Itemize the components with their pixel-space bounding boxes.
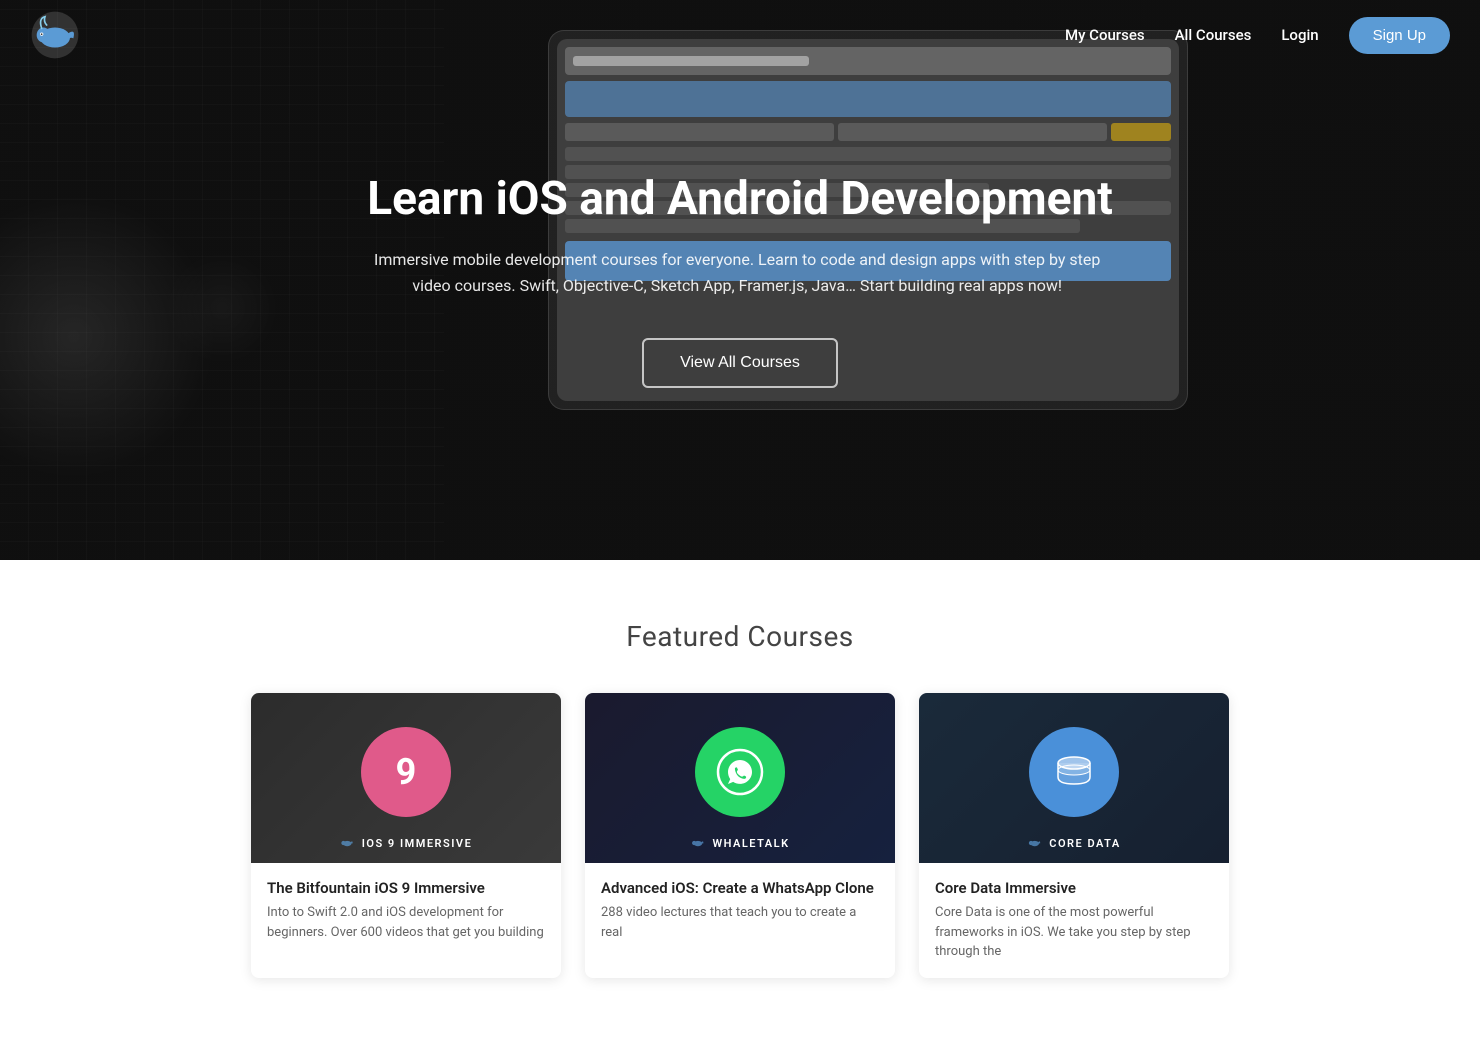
course-card-desc-ios9: Into to Swift 2.0 and iOS development fo… <box>267 903 545 942</box>
view-all-courses-button[interactable]: View All Courses <box>642 338 838 388</box>
whale-small-icon-3 <box>1027 835 1043 851</box>
course-icon-ios9: 9 <box>361 727 451 817</box>
logo-icon <box>30 10 80 60</box>
nav-my-courses[interactable]: My Courses <box>1065 26 1145 44</box>
nav-login[interactable]: Login <box>1281 26 1318 44</box>
course-card-coredata[interactable]: CORE DATA Core Data Immersive Core Data … <box>919 693 1229 978</box>
featured-section: Featured Courses 9 iOS 9 IMMERSIVE <box>0 560 1480 1018</box>
course-card-body-coredata: Core Data Immersive Core Data is one of … <box>919 863 1229 978</box>
course-card-desc-coredata: Core Data is one of the most powerful fr… <box>935 903 1213 962</box>
featured-title: Featured Courses <box>20 620 1460 653</box>
nav-all-courses[interactable]: All Courses <box>1175 26 1252 44</box>
course-icon-coredata <box>1029 727 1119 817</box>
course-banner-label-whatsapp: WHALETALK <box>690 835 789 851</box>
ios9-banner-text: iOS 9 IMMERSIVE <box>362 837 473 850</box>
nav-links: My Courses All Courses Login Sign Up <box>1065 17 1450 54</box>
coredata-banner-text: CORE DATA <box>1049 837 1121 850</box>
course-card-body-ios9: The Bitfountain iOS 9 Immersive Into to … <box>251 863 561 958</box>
course-icon-whatsapp <box>695 727 785 817</box>
navbar: My Courses All Courses Login Sign Up <box>0 0 1480 70</box>
course-banner-label-ios9: iOS 9 IMMERSIVE <box>340 835 473 851</box>
course-banner-ios9: 9 iOS 9 IMMERSIVE <box>251 693 561 863</box>
hero-section: Learn iOS and Android Development Immers… <box>0 0 1480 560</box>
logo[interactable] <box>30 10 80 60</box>
course-card-whatsapp[interactable]: WHALETALK Advanced iOS: Create a WhatsAp… <box>585 693 895 978</box>
course-card-title-whatsapp: Advanced iOS: Create a WhatsApp Clone <box>601 879 879 897</box>
course-card-desc-whatsapp: 288 video lectures that teach you to cre… <box>601 903 879 942</box>
whale-small-icon <box>340 835 356 851</box>
hero-content: Learn iOS and Android Development Immers… <box>347 172 1133 388</box>
hero-title: Learn iOS and Android Development <box>367 172 1113 227</box>
whatsapp-banner-text: WHALETALK <box>712 837 789 850</box>
hero-subtitle: Immersive mobile development courses for… <box>367 247 1107 298</box>
courses-grid: 9 iOS 9 IMMERSIVE The Bitfountain iOS 9 … <box>140 693 1340 978</box>
course-card-ios9[interactable]: 9 iOS 9 IMMERSIVE The Bitfountain iOS 9 … <box>251 693 561 978</box>
coredata-svg-icon <box>1049 747 1099 797</box>
course-card-title-coredata: Core Data Immersive <box>935 879 1213 897</box>
course-card-title-ios9: The Bitfountain iOS 9 Immersive <box>267 879 545 897</box>
ios9-icon-text: 9 <box>396 751 417 793</box>
whale-small-icon-2 <box>690 835 706 851</box>
signup-button[interactable]: Sign Up <box>1349 17 1450 54</box>
course-banner-coredata: CORE DATA <box>919 693 1229 863</box>
course-banner-label-coredata: CORE DATA <box>1027 835 1121 851</box>
whatsapp-svg-icon <box>715 747 765 797</box>
course-banner-whatsapp: WHALETALK <box>585 693 895 863</box>
course-card-body-whatsapp: Advanced iOS: Create a WhatsApp Clone 28… <box>585 863 895 958</box>
